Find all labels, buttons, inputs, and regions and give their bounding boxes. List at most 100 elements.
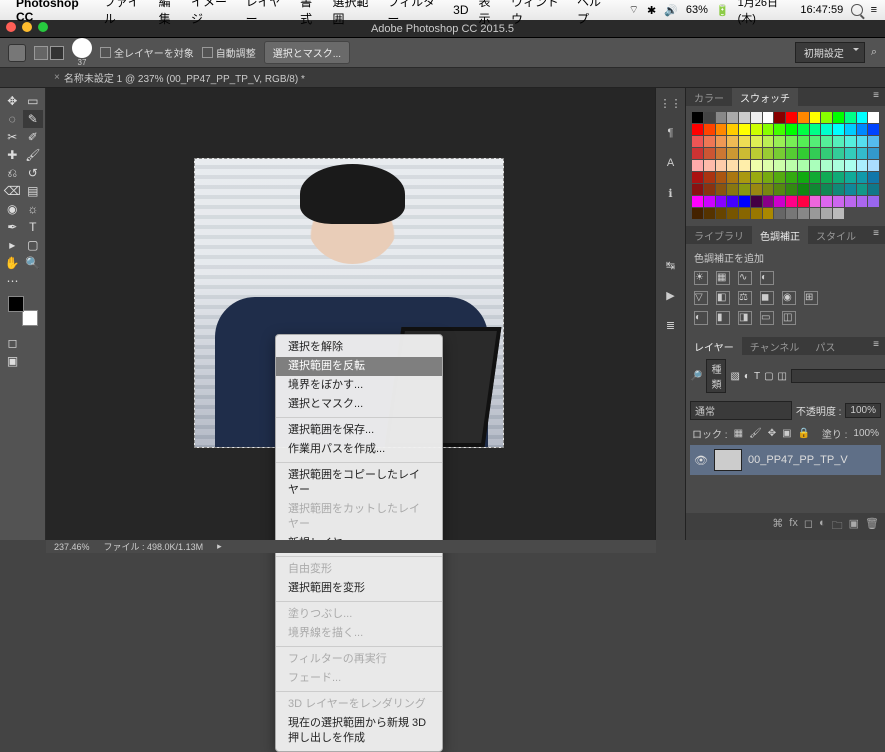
swatch[interactable] — [798, 184, 809, 195]
history-panel-icon[interactable]: ≣ — [662, 316, 680, 334]
swatch[interactable] — [727, 160, 738, 171]
swatch[interactable] — [798, 148, 809, 159]
delete-layer-icon[interactable]: 🗑 — [865, 517, 879, 536]
edit-toolbar[interactable]: ⋯ — [2, 272, 23, 290]
shape-tool[interactable]: ▢ — [23, 236, 44, 254]
swatch[interactable] — [821, 184, 832, 195]
swatch[interactable] — [868, 172, 879, 183]
swatch[interactable] — [692, 172, 703, 183]
menu-time[interactable]: 16:47:59 — [800, 4, 843, 16]
search-icon[interactable]: ⌕ — [871, 46, 877, 59]
swatch[interactable] — [704, 136, 715, 147]
swatch[interactable] — [810, 136, 821, 147]
layer-filter-select[interactable]: 種類 — [706, 359, 726, 393]
photo-filter-icon[interactable]: ◉ — [782, 291, 796, 305]
swatch[interactable] — [786, 160, 797, 171]
swatch[interactable] — [704, 160, 715, 171]
blend-mode-select[interactable]: 通常 — [690, 401, 792, 420]
swatch[interactable] — [821, 208, 832, 219]
filter-smart-icon[interactable]: ◫ — [778, 371, 787, 382]
swatch[interactable] — [845, 124, 856, 135]
swatch[interactable] — [810, 124, 821, 135]
swatch[interactable] — [786, 196, 797, 207]
new-group-icon[interactable]: 🗀 — [832, 517, 843, 536]
swatch[interactable] — [821, 136, 832, 147]
swatch[interactable] — [786, 208, 797, 219]
swatch[interactable] — [786, 184, 797, 195]
swatch[interactable] — [833, 184, 844, 195]
new-adjustment-icon[interactable]: ◐ — [819, 517, 826, 536]
swatch[interactable] — [810, 208, 821, 219]
swatch[interactable] — [704, 184, 715, 195]
style-tab[interactable]: スタイル — [808, 226, 864, 244]
swatch[interactable] — [868, 196, 879, 207]
wifi-icon[interactable]: ⌔ — [629, 3, 639, 17]
paragraph-panel-icon[interactable]: ¶ — [662, 124, 680, 142]
selective-color-icon[interactable]: ◫ — [782, 311, 796, 325]
quick-select-tool[interactable]: ✎ — [23, 110, 44, 128]
curves-icon[interactable]: ∿ — [738, 271, 752, 285]
close-button[interactable] — [6, 22, 16, 32]
eyedropper-tool[interactable]: ✐ — [23, 128, 44, 146]
posterize-icon[interactable]: ▮ — [716, 311, 730, 325]
swatch[interactable] — [786, 136, 797, 147]
filter-adjust-icon[interactable]: ◐ — [744, 371, 750, 382]
balance-icon[interactable]: ⚖ — [738, 291, 752, 305]
swatch[interactable] — [810, 184, 821, 195]
swatch[interactable] — [716, 148, 727, 159]
panel-menu-icon[interactable]: ≡ — [867, 88, 885, 106]
marquee-tool[interactable]: ▭ — [23, 92, 44, 110]
swatch[interactable] — [798, 208, 809, 219]
swatch[interactable] — [833, 172, 844, 183]
doc-info[interactable]: ファイル : 498.0K/1.13M — [104, 540, 204, 553]
swatch[interactable] — [857, 112, 868, 123]
vibrance-icon[interactable]: ▽ — [694, 291, 708, 305]
zoom-level[interactable]: 237.46% — [54, 542, 90, 552]
swatch[interactable] — [727, 172, 738, 183]
swatch[interactable] — [845, 208, 856, 219]
swatch[interactable] — [774, 196, 785, 207]
color-picker[interactable] — [8, 296, 38, 326]
filter-icon[interactable]: 🔎 — [690, 371, 702, 382]
dodge-tool[interactable]: ☼ — [23, 200, 44, 218]
swatch[interactable] — [774, 208, 785, 219]
menu-help[interactable]: ヘルプ — [577, 0, 611, 27]
library-tab[interactable]: ライブラリ — [686, 226, 752, 244]
swatch[interactable] — [786, 124, 797, 135]
auto-enhance-checkbox[interactable]: 自動調整 — [202, 45, 256, 60]
layer-mask-icon[interactable]: ◻ — [804, 517, 813, 536]
swatch[interactable] — [798, 124, 809, 135]
swatch[interactable] — [751, 160, 762, 171]
hue-icon[interactable]: ◧ — [716, 291, 730, 305]
context-menu-item[interactable]: 現在の選択範囲から新規 3D 押し出しを作成 — [276, 714, 442, 748]
swatch[interactable] — [857, 136, 868, 147]
swatch[interactable] — [845, 160, 856, 171]
swatch[interactable] — [739, 160, 750, 171]
swatch[interactable] — [845, 172, 856, 183]
context-menu-item[interactable]: 選択範囲を反転 — [276, 357, 442, 376]
levels-icon[interactable]: ▦ — [716, 271, 730, 285]
context-menu-item[interactable]: 選択範囲を保存... — [276, 421, 442, 440]
swatch[interactable] — [868, 184, 879, 195]
lock-artboard-icon[interactable]: ▣ — [782, 428, 791, 439]
swatch[interactable] — [716, 112, 727, 123]
swatch[interactable] — [727, 196, 738, 207]
battery-icon[interactable]: 🔋 — [716, 4, 730, 17]
doc-info-arrow-icon[interactable]: ▸ — [217, 541, 222, 552]
swatch[interactable] — [763, 196, 774, 207]
swatch[interactable] — [821, 112, 832, 123]
move-tool[interactable]: ✥ — [2, 92, 23, 110]
layer-thumbnail[interactable] — [714, 449, 742, 471]
swatch[interactable] — [786, 112, 797, 123]
swatch[interactable] — [727, 148, 738, 159]
character-panel-icon[interactable]: A — [662, 154, 680, 172]
close-tab-icon[interactable]: × — [54, 72, 60, 83]
play-panel-icon[interactable]: ▶ — [662, 286, 680, 304]
workspace-selector[interactable]: 初期設定 — [795, 42, 865, 63]
gradient-tool[interactable]: ▤ — [23, 182, 44, 200]
swatch[interactable] — [692, 160, 703, 171]
swatch[interactable] — [751, 196, 762, 207]
swatch[interactable] — [739, 184, 750, 195]
swatch[interactable] — [751, 112, 762, 123]
swatch[interactable] — [845, 148, 856, 159]
